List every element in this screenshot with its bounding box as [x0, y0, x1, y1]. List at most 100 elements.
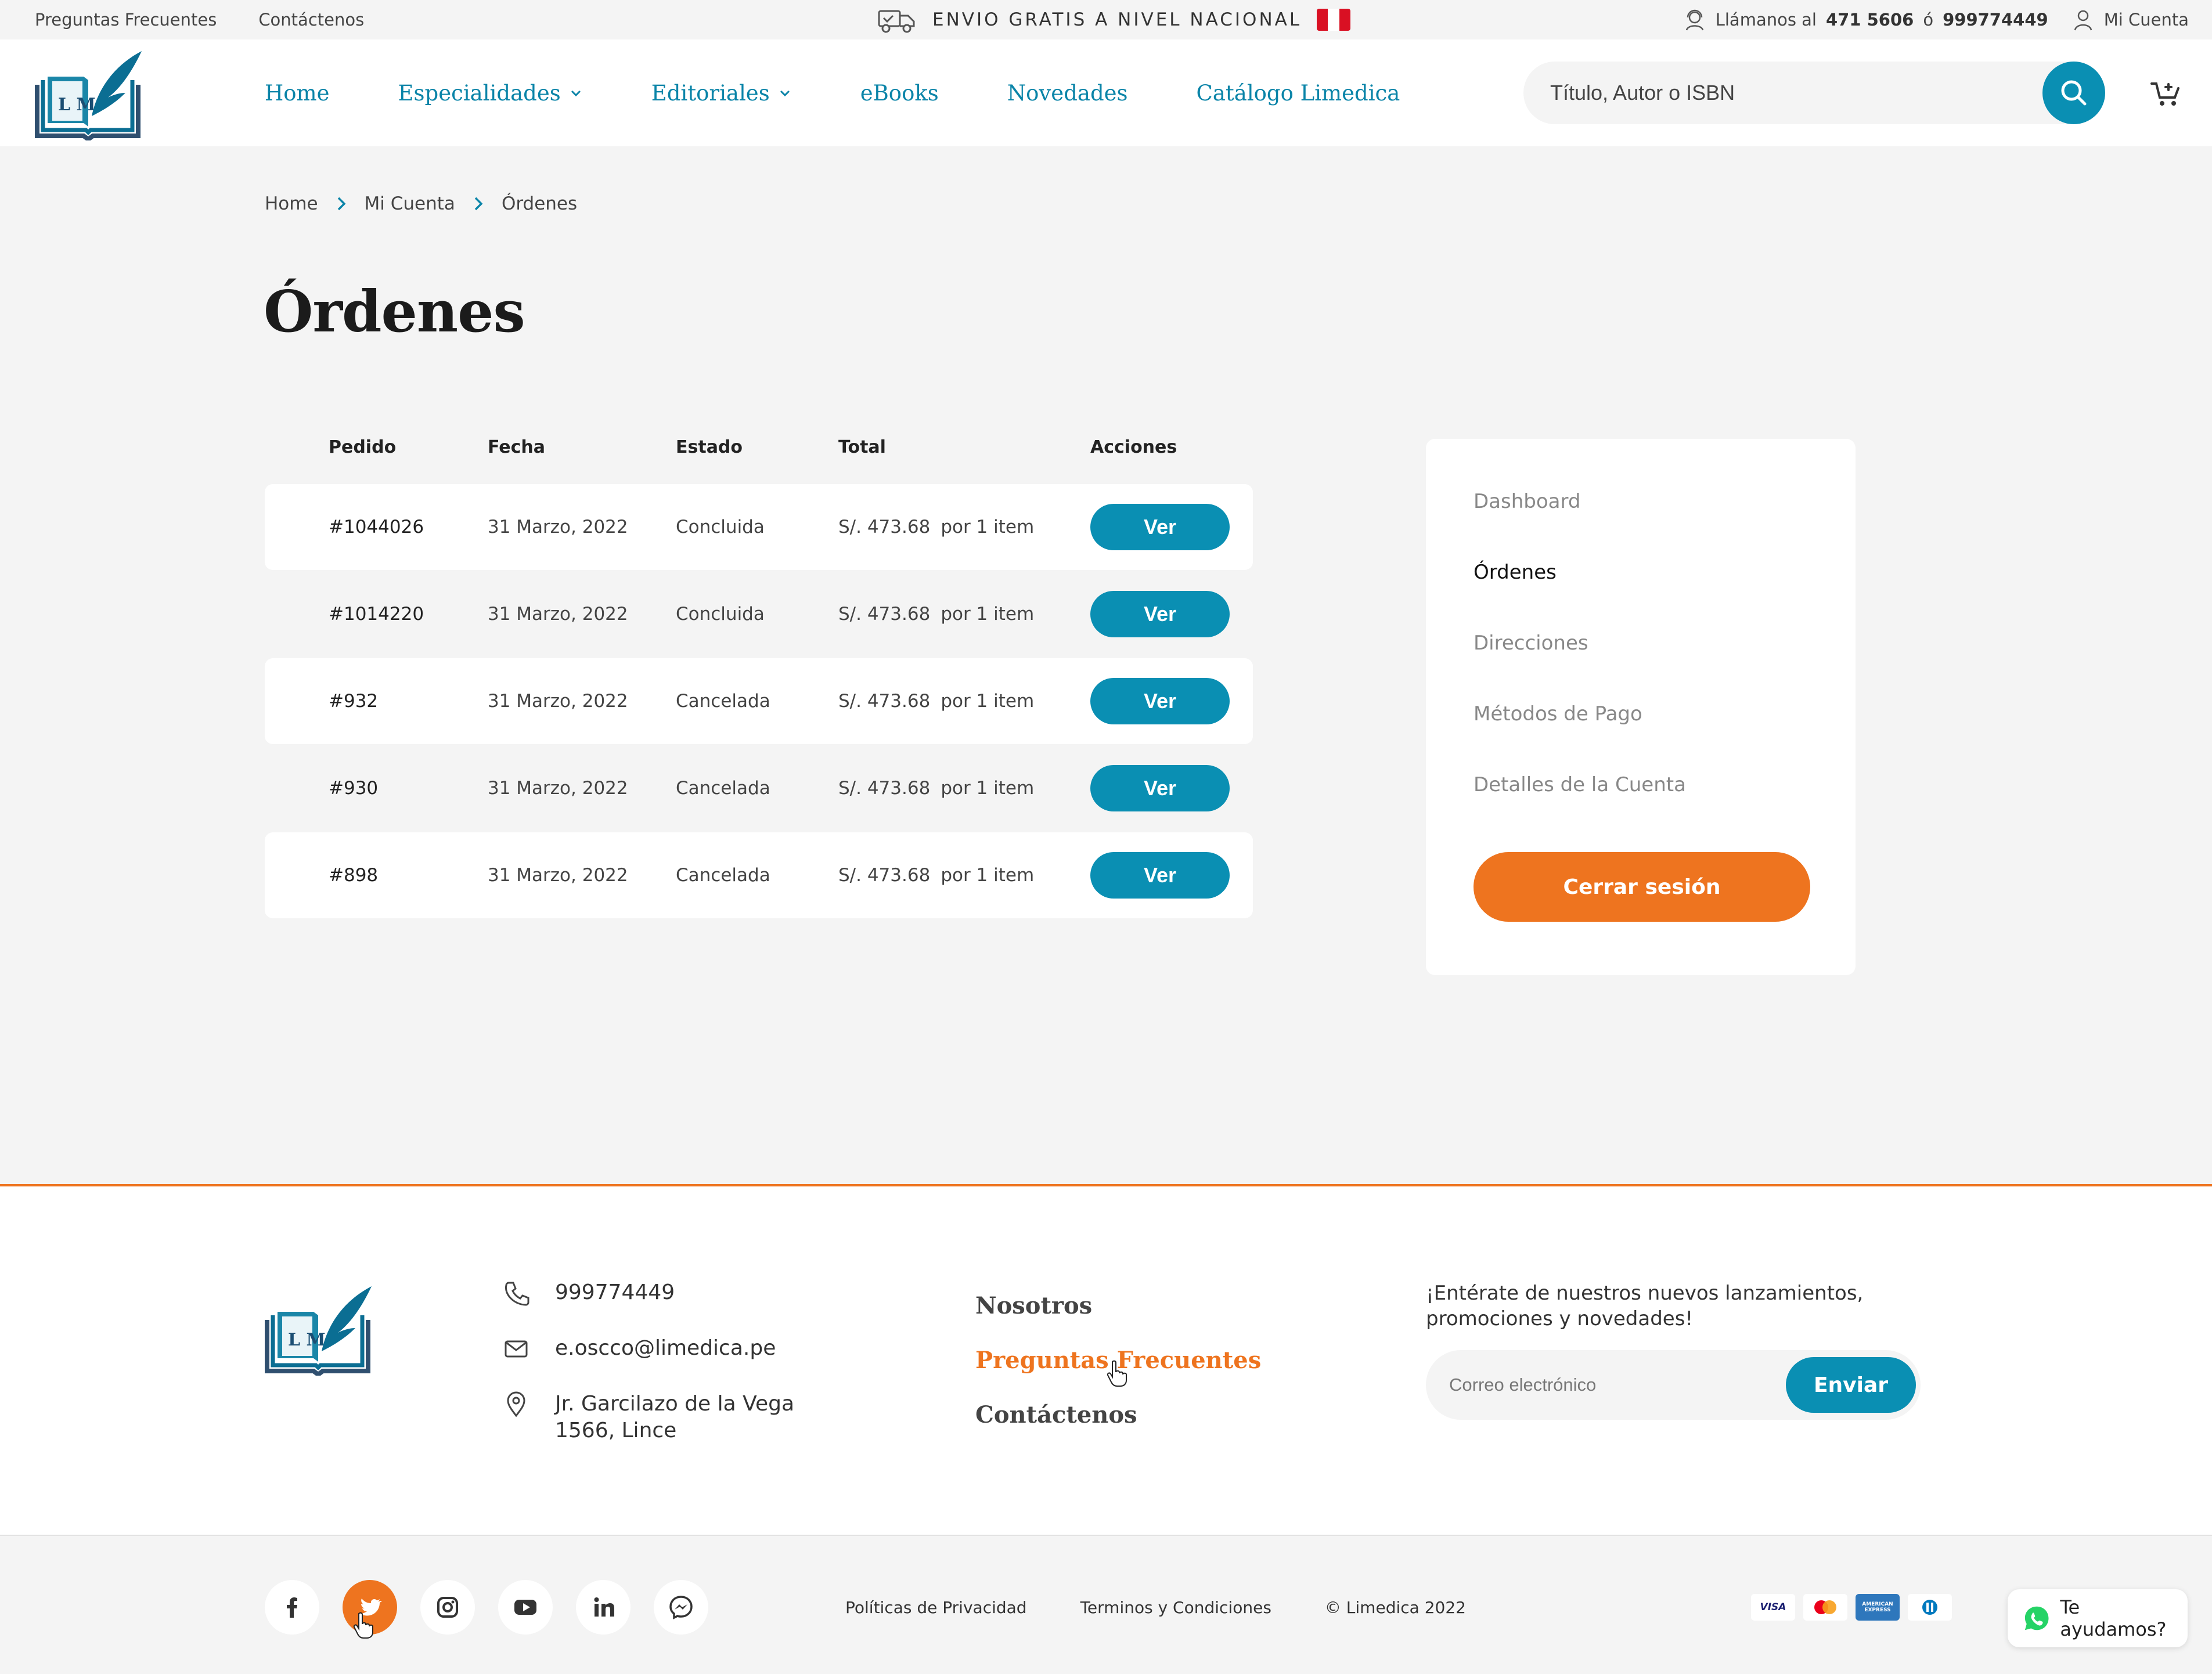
search-input[interactable]: [1550, 74, 2003, 111]
newsletter: ¡Entérate de nuestros nuevos lanzamiento…: [1426, 1280, 1925, 1420]
footer-address: Jr. Garcilazo de la Vega 1566, Lince: [503, 1391, 794, 1444]
order-total-amount: S/. 473.68: [838, 691, 931, 712]
instagram-link[interactable]: [420, 1580, 475, 1635]
account-menu-payment-methods[interactable]: Métodos de Pago: [1474, 702, 1642, 726]
order-total-amount: S/. 473.68: [838, 517, 931, 537]
messenger-link[interactable]: [654, 1580, 708, 1635]
order-status: Concluida: [676, 604, 765, 625]
cart-icon[interactable]: [2148, 75, 2183, 110]
view-order-button[interactable]: Ver: [1090, 852, 1230, 899]
footer-phone[interactable]: 999774449: [503, 1279, 675, 1306]
footer-link-nosotros[interactable]: Nosotros: [975, 1292, 1261, 1347]
col-header-total: Total: [838, 436, 886, 457]
linkedin-link[interactable]: [576, 1580, 631, 1635]
diners-club-icon: [1908, 1594, 1952, 1621]
search-icon: [2061, 80, 2087, 106]
top-bar: Preguntas Frecuentes Contáctenos ENVIO G…: [0, 0, 2212, 39]
footer-link-contact[interactable]: Contáctenos: [975, 1401, 1261, 1456]
footer-email-text: e.oscco@limedica.pe: [555, 1336, 776, 1360]
nav-home[interactable]: Home: [265, 81, 330, 106]
chevron-right-icon: [334, 195, 348, 212]
legal-links: Políticas de Privacidad Terminos y Condi…: [845, 1580, 1466, 1635]
nav-novedades[interactable]: Novedades: [1007, 81, 1128, 106]
terms-link[interactable]: Terminos y Condiciones: [1080, 1598, 1271, 1617]
order-item-count: por 1 item: [941, 778, 1035, 799]
limedica-logo[interactable]: L M: [34, 48, 144, 140]
hand-cursor-icon: [1107, 1360, 1127, 1387]
visa-label: VISA: [1760, 1601, 1786, 1613]
nav-novedades-label: Novedades: [1007, 80, 1128, 106]
account-menu-addresses[interactable]: Direcciones: [1474, 632, 1588, 655]
footer-email[interactable]: e.oscco@limedica.pe: [503, 1335, 776, 1362]
view-order-button[interactable]: Ver: [1090, 678, 1230, 724]
orders-table: Pedido Fecha Estado Total Acciones #1044…: [265, 430, 1253, 918]
delivery-truck-icon: [878, 10, 915, 33]
footer-logo[interactable]: L M: [264, 1283, 374, 1376]
nav-home-label: Home: [265, 80, 330, 106]
order-total: S/. 473.68 por 1 item: [838, 484, 1034, 570]
newsletter-text-line1: ¡Entérate de nuestros nuevos lanzamiento…: [1426, 1282, 1864, 1305]
logout-button[interactable]: Cerrar sesión: [1474, 852, 1810, 922]
order-total: S/. 473.68 por 1 item: [838, 571, 1034, 657]
order-total: S/. 473.68 por 1 item: [838, 832, 1034, 918]
youtube-link[interactable]: [498, 1580, 553, 1635]
search-button[interactable]: [2042, 62, 2105, 124]
newsletter-text-line2: promociones y novedades!: [1426, 1307, 1694, 1330]
footer-phone-text: 999774449: [555, 1280, 675, 1304]
top-bar-links: Preguntas Frecuentes Contáctenos: [35, 0, 364, 39]
col-header-estado: Estado: [676, 436, 743, 457]
footer-address-line2: 1566, Lince: [555, 1419, 677, 1442]
order-date: 31 Marzo, 2022: [488, 691, 628, 712]
order-id: #898: [329, 865, 379, 886]
order-status: Cancelada: [676, 778, 770, 799]
my-account-link[interactable]: Mi Cuenta: [2104, 10, 2189, 30]
chevron-right-icon: [471, 195, 485, 212]
top-bar-contact: Llámanos al 471 5606 ó 999774449 Mi Cuen…: [1683, 0, 2189, 39]
order-item-count: por 1 item: [941, 865, 1035, 886]
view-order-button[interactable]: Ver: [1090, 504, 1230, 550]
table-row: #1044026 31 Marzo, 2022 Concluida S/. 47…: [265, 484, 1253, 570]
top-link-contact[interactable]: Contáctenos: [258, 10, 364, 30]
top-link-faq[interactable]: Preguntas Frecuentes: [35, 10, 217, 30]
support-agent-icon: [1685, 9, 1703, 31]
bottom-bar: Políticas de Privacidad Terminos y Condi…: [0, 1535, 2212, 1674]
footer-address-line1: Jr. Garcilazo de la Vega: [555, 1392, 795, 1416]
account-menu-orders[interactable]: Órdenes: [1474, 561, 1557, 584]
account-menu-account-details[interactable]: Detalles de la Cuenta: [1474, 773, 1686, 796]
main-nav: Home Especialidades Editoriales eBooks N…: [265, 39, 1468, 146]
instagram-icon: [437, 1597, 458, 1618]
privacy-link[interactable]: Políticas de Privacidad: [845, 1598, 1027, 1617]
col-header-fecha: Fecha: [488, 436, 546, 457]
account-menu-dashboard[interactable]: Dashboard: [1474, 490, 1580, 513]
amex-label: AMERICAN EXPRESS: [1862, 1601, 1893, 1613]
nav-especialidades[interactable]: Especialidades: [398, 81, 583, 106]
whatsapp-chat-button[interactable]: Te ayudamos?: [2008, 1589, 2188, 1647]
newsletter-email-input[interactable]: [1449, 1368, 1774, 1402]
view-order-button[interactable]: Ver: [1090, 765, 1230, 811]
linkedin-icon: [594, 1597, 614, 1617]
phone-secondary[interactable]: 999774449: [1943, 10, 2048, 30]
order-item-count: por 1 item: [941, 517, 1035, 537]
nav-ebooks[interactable]: eBooks: [860, 81, 939, 106]
nav-catalogo[interactable]: Catálogo Limedica: [1197, 81, 1400, 106]
mail-icon: [505, 1340, 528, 1358]
order-item-count: por 1 item: [941, 604, 1035, 625]
facebook-link[interactable]: [265, 1580, 319, 1635]
phone-primary[interactable]: 471 5606: [1826, 10, 1914, 30]
copyright: © Limedica 2022: [1324, 1597, 1466, 1617]
order-date: 31 Marzo, 2022: [488, 865, 628, 886]
breadcrumb-home[interactable]: Home: [265, 193, 318, 214]
shipping-promo: ENVIO GRATIS A NIVEL NACIONAL: [877, 0, 1351, 39]
newsletter-submit-button[interactable]: Enviar: [1786, 1357, 1916, 1413]
nav-ebooks-label: eBooks: [860, 80, 939, 106]
order-date: 31 Marzo, 2022: [488, 517, 628, 537]
newsletter-text: ¡Entérate de nuestros nuevos lanzamiento…: [1426, 1280, 1925, 1332]
amex-icon: AMERICAN EXPRESS: [1856, 1594, 1900, 1621]
search-bar: [1523, 62, 2105, 124]
nav-editoriales[interactable]: Editoriales: [651, 81, 792, 106]
order-total-amount: S/. 473.68: [838, 865, 931, 886]
phone-icon: [505, 1282, 529, 1306]
breadcrumb-account[interactable]: Mi Cuenta: [365, 193, 455, 214]
view-order-button[interactable]: Ver: [1090, 591, 1230, 637]
visa-icon: VISA: [1751, 1594, 1795, 1621]
